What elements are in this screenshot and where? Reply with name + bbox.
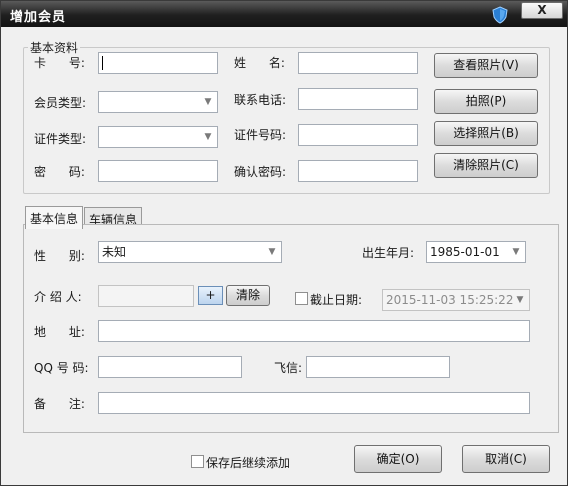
ok-button[interactable]: 确定(O) — [354, 445, 442, 473]
close-button[interactable]: X — [521, 2, 563, 19]
password-label: 密 码: — [34, 165, 85, 179]
id-type-label: 证件类型: — [34, 132, 87, 146]
expiry-label: 截止日期: — [310, 293, 363, 307]
id-no-input[interactable] — [298, 124, 418, 146]
qq-label: QQ 号 码: — [34, 361, 89, 375]
remark-input[interactable] — [98, 392, 530, 414]
view-photo-button[interactable]: 查看照片(V) — [434, 53, 538, 78]
fetion-label: 飞信: — [274, 361, 303, 375]
gender-label: 性 别: — [34, 249, 85, 263]
phone-label: 联系电话: — [234, 93, 287, 107]
expiry-date-picker[interactable]: 2015-11-03 15:25:22 ▼ — [382, 289, 530, 311]
text-cursor — [102, 56, 103, 70]
member-type-label: 会员类型: — [34, 96, 87, 110]
chevron-down-icon[interactable]: ▼ — [199, 92, 217, 112]
qq-input[interactable] — [98, 356, 242, 378]
address-input[interactable] — [98, 320, 530, 342]
chevron-down-icon[interactable]: ▼ — [507, 242, 525, 262]
expiry-checkbox[interactable] — [295, 292, 308, 305]
chevron-down-icon[interactable]: ▼ — [199, 127, 217, 147]
gender-select[interactable]: 未知 ▼ — [98, 241, 282, 263]
continue-add-checkbox[interactable] — [191, 455, 204, 468]
card-no-label: 卡 号: — [34, 56, 85, 70]
name-input[interactable] — [298, 52, 418, 74]
id-type-select[interactable]: ▼ — [98, 126, 218, 148]
title-bar[interactable]: 增加会员 X — [1, 1, 567, 27]
card-no-input[interactable] — [98, 52, 218, 74]
chevron-down-icon[interactable]: ▼ — [511, 290, 529, 310]
window-title: 增加会员 — [10, 10, 67, 25]
password-input[interactable] — [98, 160, 218, 182]
confirm-password-label: 确认密码: — [234, 165, 287, 179]
take-photo-button[interactable]: 拍照(P) — [434, 89, 538, 114]
birth-date-picker[interactable]: 1985-01-01 ▼ — [426, 241, 526, 263]
chevron-down-icon[interactable]: ▼ — [263, 242, 281, 262]
cancel-button[interactable]: 取消(C) — [462, 445, 550, 473]
clear-photo-button[interactable]: 清除照片(C) — [434, 153, 538, 178]
fetion-input[interactable] — [306, 356, 450, 378]
id-no-label: 证件号码: — [234, 128, 287, 142]
clear-referrer-button[interactable]: 清除 — [226, 285, 270, 306]
tab-basic-info[interactable]: 基本信息 — [25, 206, 83, 229]
member-type-select[interactable]: ▼ — [98, 91, 218, 113]
select-photo-button[interactable]: 选择照片(B) — [434, 121, 538, 146]
address-label: 地 址: — [34, 325, 85, 339]
birth-label: 出生年月: — [362, 246, 415, 260]
remark-label: 备 注: — [34, 397, 85, 411]
shield-icon — [492, 6, 508, 24]
referrer-label: 介 绍 人: — [34, 290, 82, 304]
add-referrer-button[interactable]: + — [198, 286, 223, 305]
phone-input[interactable] — [298, 88, 418, 110]
close-icon: X — [537, 3, 547, 17]
confirm-password-input[interactable] — [298, 160, 418, 182]
referrer-input[interactable] — [98, 285, 194, 307]
add-member-dialog: 增加会员 X 基本资料 卡 号: 姓 名: 会员类型: ▼ 联系电话: 证件类型… — [0, 0, 568, 486]
continue-add-label: 保存后继续添加 — [206, 456, 291, 470]
name-label: 姓 名: — [234, 56, 285, 70]
